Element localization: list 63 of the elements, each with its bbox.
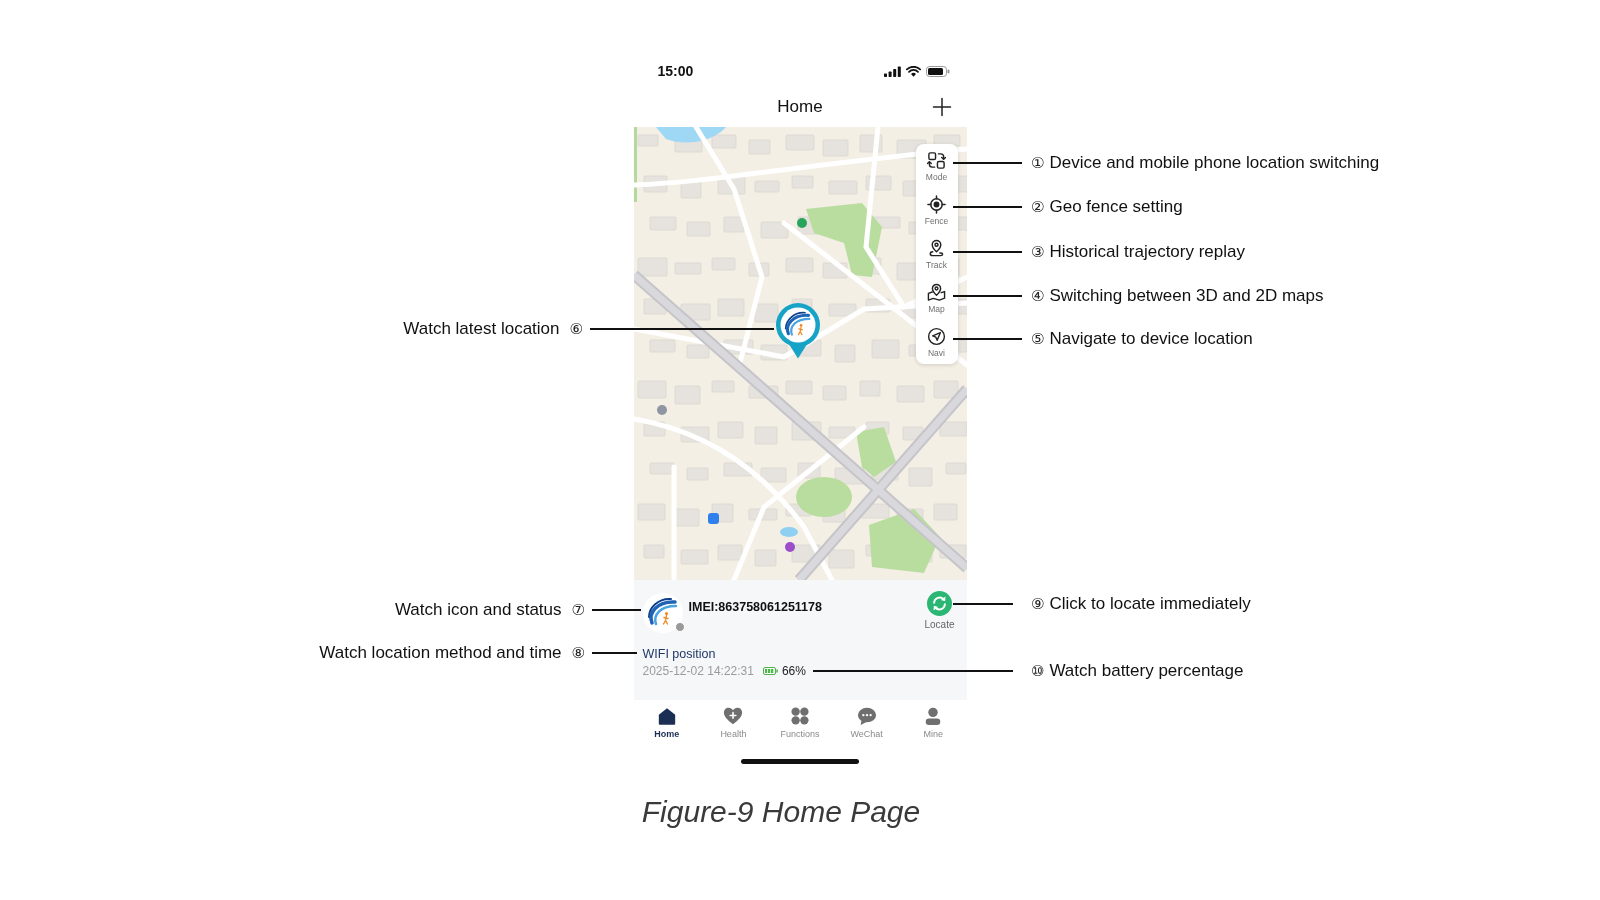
battery-icon xyxy=(762,667,778,675)
location-pin-icon[interactable] xyxy=(774,303,821,359)
four-circles-icon xyxy=(790,706,810,726)
plus-icon xyxy=(931,97,952,117)
callout-label: Device and mobile phone location switching xyxy=(1049,153,1380,173)
add-button[interactable] xyxy=(931,97,952,117)
map-control-button[interactable]: Navi xyxy=(915,320,958,364)
callout-label: Watch location method and time xyxy=(319,643,562,663)
location-timestamp: 2025-12-02 14:22:31 xyxy=(642,663,754,679)
callout-number: ⑨ xyxy=(1031,595,1045,613)
leader-line xyxy=(953,206,1022,208)
chat-bubble-icon xyxy=(856,706,877,726)
callout-number: ④ xyxy=(1031,287,1045,305)
map-control-button[interactable]: Fence xyxy=(915,188,958,232)
leader-line xyxy=(953,162,1022,164)
tab[interactable]: Home xyxy=(654,700,680,750)
callout-label: Switching between 3D and 2D maps xyxy=(1049,286,1324,306)
callout-number: ① xyxy=(1031,154,1045,172)
leader-line xyxy=(953,251,1022,253)
swoosh-logo-icon xyxy=(642,593,683,633)
callout-label: Historical trajectory replay xyxy=(1049,242,1245,262)
leader-line xyxy=(592,609,641,611)
map-pin-icon xyxy=(927,283,946,302)
callout-label: Watch latest location xyxy=(403,319,560,339)
figure-caption: Figure-9 Home Page xyxy=(641,794,921,830)
tab[interactable]: Mine xyxy=(923,700,944,750)
callout-number: ⑦ xyxy=(571,601,585,619)
tab[interactable]: Health xyxy=(720,700,747,750)
leader-line xyxy=(953,603,1013,605)
heart-plus-icon xyxy=(723,706,744,726)
leader-line xyxy=(953,295,1022,297)
map-control-button[interactable]: Mode xyxy=(915,144,958,188)
page-title: Home xyxy=(777,97,823,117)
callout-number: ⑩ xyxy=(1031,662,1045,680)
house-icon xyxy=(656,706,677,726)
callout-label: Geo fence setting xyxy=(1049,197,1183,217)
wifi-icon xyxy=(905,65,921,77)
callout-number: ③ xyxy=(1031,243,1045,261)
refresh-icon xyxy=(927,591,952,616)
leader-line xyxy=(592,652,637,654)
callout-number: ⑧ xyxy=(571,644,585,662)
callout-number: ② xyxy=(1031,198,1045,216)
status-time: 15:00 xyxy=(657,63,694,79)
tab[interactable]: WeChat xyxy=(850,700,883,750)
callout-label: Watch icon and status xyxy=(394,600,562,620)
map-control-button[interactable]: Map xyxy=(915,276,958,320)
imei-text: IMEI:863758061251178 xyxy=(688,600,823,614)
locate-button[interactable]: Locate xyxy=(924,591,955,630)
map-control-button[interactable]: Track xyxy=(915,232,958,276)
location-method: WIFI position xyxy=(642,646,717,662)
callout-number: ⑥ xyxy=(569,320,583,338)
signal-icon xyxy=(883,65,901,77)
swap-squares-icon xyxy=(927,151,946,170)
tab[interactable]: Functions xyxy=(780,700,820,750)
callout-label: Navigate to device location xyxy=(1049,329,1253,349)
callout-label: Watch battery percentage xyxy=(1049,661,1244,681)
route-pin-icon xyxy=(927,239,946,258)
leader-line xyxy=(953,338,1022,340)
battery-percentage: 66% xyxy=(781,663,806,679)
callout-number: ⑤ xyxy=(1031,330,1045,348)
battery-icon xyxy=(925,65,950,77)
target-icon xyxy=(927,195,946,214)
callout-label: Click to locate immediately xyxy=(1049,594,1251,614)
